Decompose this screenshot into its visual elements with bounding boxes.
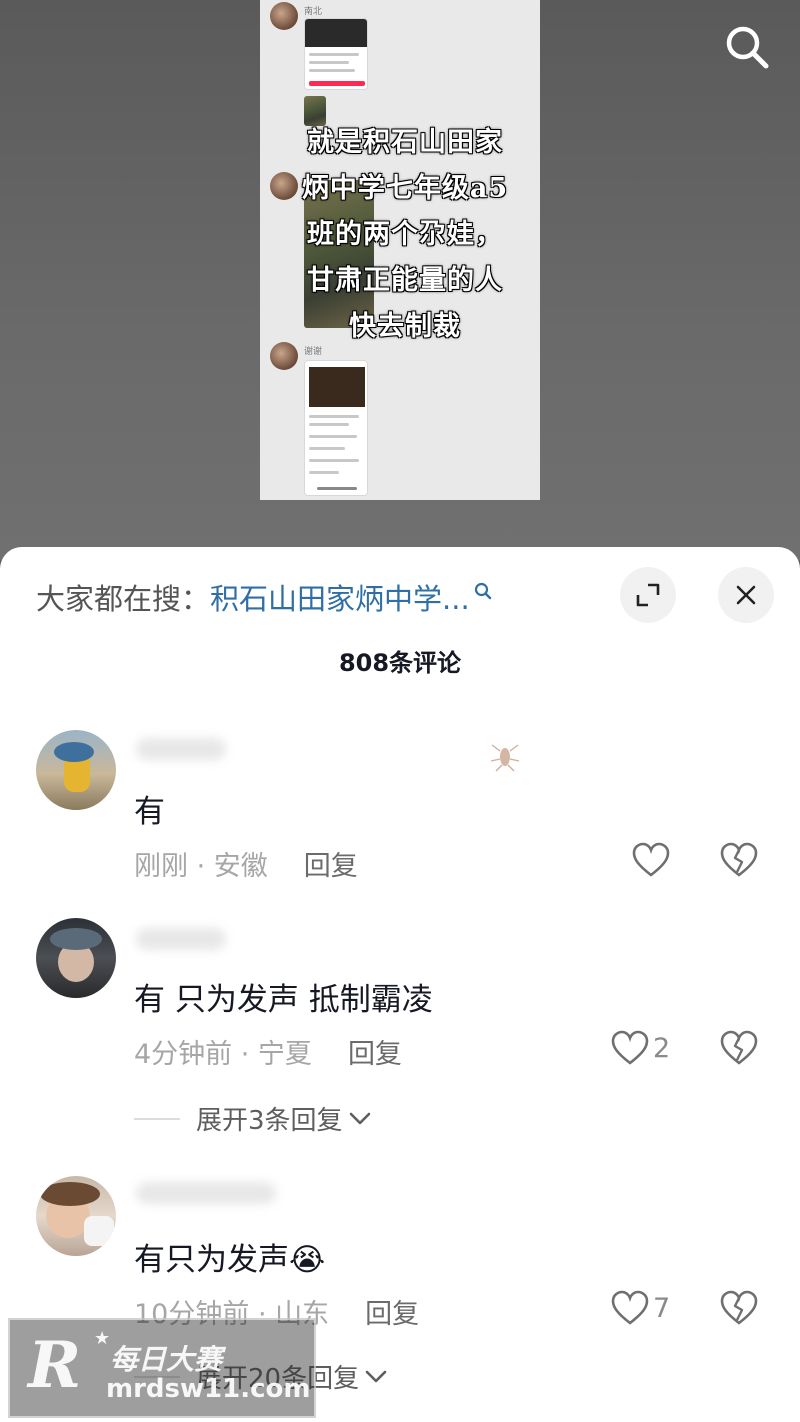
heart-icon bbox=[632, 842, 670, 877]
like-button[interactable]: 7 bbox=[611, 1290, 670, 1326]
comment-text: 有 bbox=[134, 794, 165, 830]
username-blurred[interactable] bbox=[136, 928, 226, 950]
comment-text: 有 只为发声 抵制霸凌 bbox=[134, 982, 433, 1018]
close-icon bbox=[736, 585, 756, 605]
expand-icon bbox=[636, 583, 660, 607]
reply-button[interactable]: 回复 bbox=[365, 1292, 419, 1331]
heart-icon bbox=[611, 1030, 649, 1065]
dislike-button[interactable] bbox=[720, 1290, 758, 1330]
avatar[interactable] bbox=[36, 1176, 116, 1256]
chevron-down-icon bbox=[349, 1112, 370, 1124]
watermark-name: 每日大赛 bbox=[110, 1343, 223, 1376]
broken-heart-icon bbox=[720, 842, 758, 877]
close-button[interactable] bbox=[718, 567, 774, 623]
search-suggestion-term[interactable]: 积石山田家炳中学... bbox=[210, 576, 470, 618]
chat-screenshot bbox=[304, 18, 368, 90]
reply-button[interactable]: 回复 bbox=[304, 844, 358, 883]
chat-screenshot bbox=[304, 360, 368, 496]
like-button[interactable]: 2 bbox=[611, 1030, 670, 1066]
expand-replies-label: 展开3条回复 bbox=[196, 1106, 343, 1136]
comment-sheet: 大家都在搜： 积石山田家炳中学... 808条评论 有 刚刚 · 安徽 回复 有… bbox=[0, 547, 800, 1422]
comment-time-location: 4分钟前 · 宁夏 bbox=[134, 1039, 312, 1070]
like-button[interactable] bbox=[632, 842, 670, 878]
avatar[interactable] bbox=[36, 918, 116, 998]
like-count: 7 bbox=[653, 1292, 671, 1324]
broken-heart-icon bbox=[720, 1290, 758, 1325]
chat-name: 南北 bbox=[304, 7, 323, 17]
username-blurred[interactable] bbox=[136, 738, 226, 760]
star-icon: ★ bbox=[94, 1328, 111, 1349]
caption-line: 快去制裁 bbox=[349, 311, 461, 342]
search-icon bbox=[474, 582, 491, 600]
expand-panel-button[interactable] bbox=[620, 567, 676, 623]
chevron-down-icon bbox=[365, 1370, 387, 1382]
search-icon bbox=[726, 26, 769, 69]
comment-time-location: 刚刚 · 安徽 bbox=[134, 851, 268, 882]
caption-line: 甘肃正能量的人 bbox=[307, 265, 503, 296]
avatar[interactable] bbox=[36, 730, 116, 810]
comment-meta: 刚刚 · 安徽 回复 bbox=[134, 844, 358, 883]
username-blurred[interactable] bbox=[136, 1182, 276, 1204]
watermark: R ★ 每日大赛 mrdsw11.com bbox=[8, 1318, 316, 1418]
divider bbox=[134, 1117, 180, 1120]
comment-meta: 4分钟前 · 宁夏 回复 bbox=[134, 1032, 402, 1071]
expand-replies-button[interactable]: 展开3条回复 bbox=[134, 1100, 373, 1137]
search-button[interactable] bbox=[722, 22, 772, 72]
dislike-button[interactable] bbox=[720, 1030, 758, 1070]
search-suggestion[interactable]: 大家都在搜： 积石山田家炳中学... bbox=[36, 575, 492, 619]
reply-button[interactable]: 回复 bbox=[348, 1032, 402, 1071]
comment-text: 有只为发声😭 bbox=[134, 1242, 326, 1278]
watermark-url: mrdsw11.com bbox=[106, 1374, 311, 1404]
broken-heart-icon bbox=[720, 1030, 758, 1065]
watermark-logo: R bbox=[28, 1328, 82, 1403]
like-count: 2 bbox=[653, 1032, 671, 1064]
dislike-button[interactable] bbox=[720, 842, 758, 882]
caption-line: 炳中学七年级a5 bbox=[301, 173, 509, 204]
comment-count: 808条评论 bbox=[338, 649, 462, 677]
search-suggestion-prefix: 大家都在搜： bbox=[36, 582, 211, 616]
video-overlay-caption: 就是积石山田家 炳中学七年级a5 班的两个尕娃， 甘肃正能量的人 快去制裁 bbox=[290, 120, 520, 350]
heart-icon bbox=[611, 1290, 649, 1325]
caption-line: 就是积石山田家 bbox=[307, 127, 503, 158]
chat-avatar bbox=[270, 2, 298, 30]
bug-icon bbox=[490, 744, 520, 772]
caption-line: 班的两个尕娃， bbox=[307, 219, 503, 250]
